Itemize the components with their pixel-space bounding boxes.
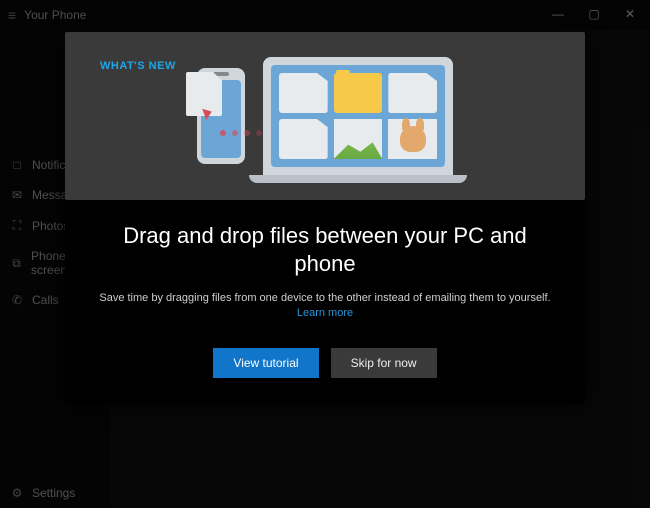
modal-overlay: WHAT'S NEW Drag and drop files between y…: [0, 0, 650, 508]
file-icon: [388, 73, 437, 113]
dialog-illustration: WHAT'S NEW: [65, 32, 585, 200]
pet-photo-icon: [388, 119, 437, 159]
file-icon: [279, 119, 328, 159]
view-tutorial-button[interactable]: View tutorial: [213, 348, 318, 378]
dialog-buttons: View tutorial Skip for now: [93, 348, 557, 378]
folder-icon: [334, 73, 383, 113]
transfer-dots-icon: [220, 130, 262, 136]
whats-new-label: WHAT'S NEW: [82, 46, 194, 72]
photo-icon: [334, 119, 383, 159]
laptop-illustration-icon: [263, 57, 453, 175]
learn-more-link[interactable]: Learn more: [297, 307, 353, 319]
file-icon: [279, 73, 328, 113]
skip-for-now-button[interactable]: Skip for now: [331, 348, 437, 378]
dialog-description-text: Save time by dragging files from one dev…: [99, 292, 550, 304]
dialog-title: Drag and drop files between your PC and …: [93, 222, 557, 277]
dialog-body: Drag and drop files between your PC and …: [65, 200, 585, 404]
whats-new-dialog: WHAT'S NEW Drag and drop files between y…: [65, 32, 585, 404]
dialog-description: Save time by dragging files from one dev…: [93, 291, 557, 322]
